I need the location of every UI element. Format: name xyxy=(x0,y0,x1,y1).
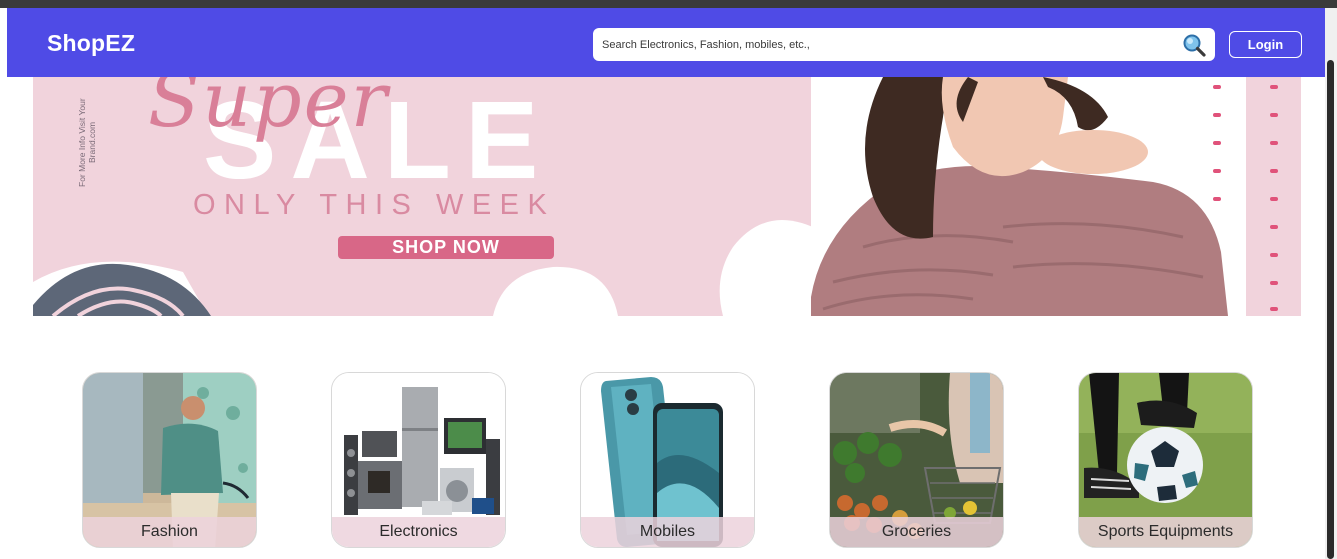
app-window: ShopEZ Login xyxy=(0,0,1337,559)
category-label: Sports Equipments xyxy=(1079,517,1252,547)
navbar: ShopEZ Login xyxy=(7,8,1325,77)
search-input[interactable] xyxy=(602,36,1162,54)
category-label: Groceries xyxy=(830,517,1003,547)
shop-now-button[interactable]: SHOP NOW xyxy=(338,236,554,259)
category-list: Fashion Electronics Mobiles Groceries Sp… xyxy=(0,369,1325,549)
search-bar xyxy=(593,28,1215,61)
login-button[interactable]: Login xyxy=(1229,31,1302,58)
promo-banner[interactable]: For More Info Visit Your Brand.com SALE … xyxy=(33,77,1301,316)
search-icon[interactable] xyxy=(1182,33,1206,57)
category-card-mobiles[interactable]: Mobiles xyxy=(580,372,755,548)
window-top-edge xyxy=(0,0,1337,8)
banner-tagline: ONLY THIS WEEK xyxy=(193,189,556,221)
category-card-sports-equipments[interactable]: Sports Equipments xyxy=(1078,372,1253,548)
brand-logo[interactable]: ShopEZ xyxy=(47,30,135,57)
category-card-fashion[interactable]: Fashion xyxy=(82,372,257,548)
banner-script-word: Super xyxy=(148,77,389,144)
banner-side-text: For More Info Visit Your Brand.com xyxy=(77,98,97,187)
category-label: Mobiles xyxy=(581,517,754,547)
category-card-electronics[interactable]: Electronics xyxy=(331,372,506,548)
scrollbar-thumb[interactable] xyxy=(1327,60,1334,559)
category-card-groceries[interactable]: Groceries xyxy=(829,372,1004,548)
category-label: Electronics xyxy=(332,517,505,547)
category-label: Fashion xyxy=(83,517,256,547)
